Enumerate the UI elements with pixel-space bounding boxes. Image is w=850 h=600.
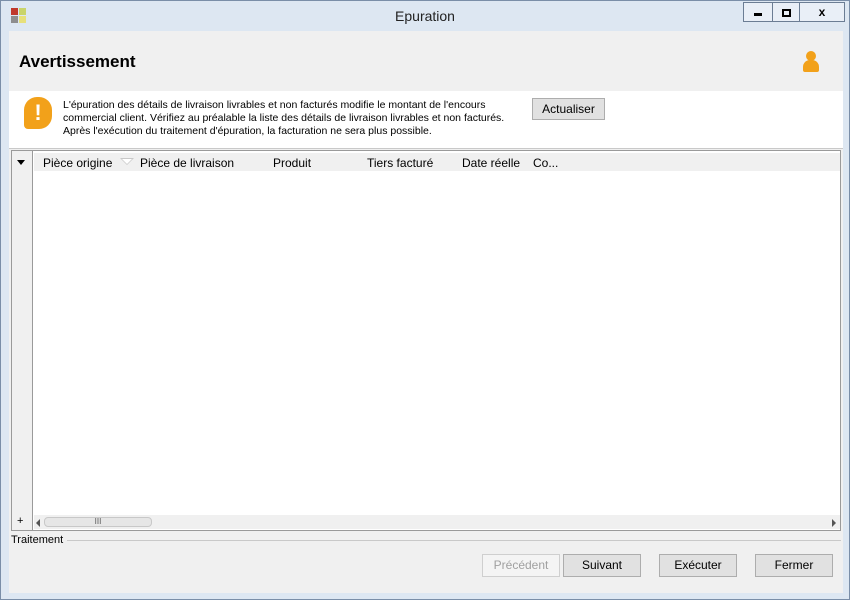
delivery-details-grid[interactable]: Pièce origine Pièce de livraison Produit…	[11, 150, 841, 531]
close-window-button[interactable]: x	[799, 2, 845, 22]
close-icon: x	[818, 5, 826, 19]
column-header-piece-livraison[interactable]: Pièce de livraison	[140, 156, 234, 170]
page-title: Avertissement	[19, 52, 136, 71]
add-row-icon[interactable]: +	[17, 515, 23, 527]
grid-row-selector-column	[12, 151, 33, 530]
previous-button[interactable]: Précédent	[482, 554, 560, 577]
column-header-co[interactable]: Co...	[533, 156, 558, 170]
column-header-produit[interactable]: Produit	[273, 156, 311, 170]
header-band: Avertissement	[9, 31, 843, 91]
minimize-button[interactable]	[743, 2, 773, 22]
warning-icon: !	[24, 97, 52, 129]
column-header-piece-origine[interactable]: Pièce origine	[43, 156, 112, 170]
warning-line: Après l'exécution du traitement d'épurat…	[63, 125, 432, 137]
maximize-button[interactable]	[772, 2, 800, 22]
warning-panel: ! L'épuration des détails de livraison l…	[9, 91, 843, 149]
warning-line: L'épuration des détails de livraison liv…	[63, 99, 486, 111]
scroll-left-icon[interactable]	[36, 519, 40, 527]
treatment-group-label: Traitement	[11, 534, 64, 546]
refresh-button[interactable]: Actualiser	[532, 98, 605, 120]
scrollbar-thumb[interactable]: III	[44, 517, 152, 527]
title-bar[interactable]: Epuration x	[1, 1, 849, 31]
next-button[interactable]: Suivant	[563, 554, 641, 577]
horizontal-scrollbar[interactable]: + III	[17, 515, 840, 529]
window-title: Epuration	[395, 8, 455, 24]
minimize-icon	[754, 13, 762, 17]
dialog-body: Avertissement ! L'épuration des détails …	[9, 31, 843, 593]
column-header-tiers-facture[interactable]: Tiers facturé	[367, 156, 433, 170]
scroll-right-icon[interactable]	[832, 519, 836, 527]
warning-message: L'épuration des détails de livraison liv…	[63, 99, 523, 138]
close-button[interactable]: Fermer	[755, 554, 833, 577]
warning-line: commercial client. Vérifiez au préalable…	[63, 112, 505, 124]
user-icon[interactable]	[801, 51, 821, 73]
execute-button[interactable]: Exécuter	[659, 554, 737, 577]
divider	[67, 540, 841, 541]
grid-column-header: Pièce origine Pièce de livraison Produit…	[34, 153, 840, 171]
chevron-down-icon[interactable]	[17, 160, 25, 165]
maximize-icon	[781, 8, 791, 17]
application-window: Epuration x Avertissement ! L'épuration …	[0, 0, 850, 600]
sort-indicator-icon	[120, 158, 134, 166]
column-header-date-reelle[interactable]: Date réelle	[462, 156, 520, 170]
